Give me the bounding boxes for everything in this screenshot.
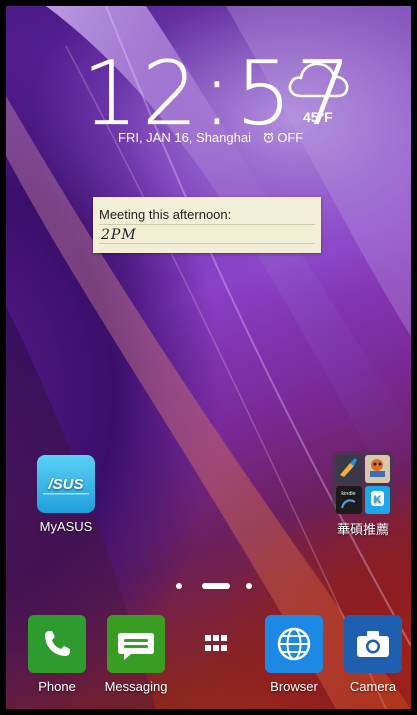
folder-asus-recommend[interactable]: kindle K 華碩推薦 <box>323 451 403 538</box>
page-dot[interactable] <box>176 583 182 589</box>
kindle-icon: kindle <box>336 486 362 514</box>
memo-text-line2: 2PM <box>101 227 137 243</box>
dock-app-phone[interactable]: Phone <box>17 615 97 694</box>
app-label-browser: Browser <box>270 679 318 694</box>
cleaner-icon <box>336 455 362 483</box>
k-app-icon: K <box>364 486 390 514</box>
globe-icon <box>265 615 323 673</box>
phone-icon <box>28 615 86 673</box>
dock-app-camera[interactable]: Camera <box>333 615 413 694</box>
app-label-messaging: Messaging <box>104 679 168 694</box>
app-label-camera: Camera <box>349 679 397 694</box>
home-screen: 12:57 45°F FRI, JAN 16, Shanghai OFF Mee… <box>0 0 417 715</box>
asus-logo-icon: /SUS <box>37 455 95 513</box>
app-label-myasus: MyASUS <box>39 519 93 534</box>
app-drawer-button[interactable] <box>176 615 256 679</box>
cloud-icon[interactable] <box>285 58 351 100</box>
alarm-status: OFF <box>263 130 304 145</box>
app-label-folder: 華碩推薦 <box>336 522 389 537</box>
camera-icon <box>344 615 402 673</box>
message-icon <box>107 615 165 673</box>
memo-widget[interactable]: Meeting this afternoon: 2PM <box>93 197 321 253</box>
date-location-label: FRI, JAN 16, Shanghai <box>118 130 251 145</box>
app-label-phone: Phone <box>38 679 76 694</box>
alarm-clock-icon <box>263 132 273 143</box>
memo-rule <box>99 224 315 225</box>
page-indicator <box>0 580 417 592</box>
page-dot-current[interactable] <box>202 583 230 589</box>
app-myasus[interactable]: /SUS MyASUS <box>26 455 106 534</box>
folder-icon: kindle K <box>332 451 394 514</box>
app-drawer-icon <box>187 615 245 673</box>
dock-app-browser[interactable]: Browser <box>254 615 334 694</box>
svg-text:kindle: kindle <box>342 491 356 497</box>
svg-text:K: K <box>373 494 381 506</box>
dock-app-messaging[interactable]: Messaging <box>96 615 176 694</box>
svg-text:/SUS: /SUS <box>47 476 83 493</box>
memo-text-line1: Meeting this afternoon: <box>99 207 232 222</box>
game-icon <box>364 455 390 483</box>
date-location-line: FRI, JAN 16, Shanghai OFF <box>118 130 303 145</box>
memo-rule <box>99 243 315 244</box>
alarm-status-label: OFF <box>277 130 304 145</box>
page-dot[interactable] <box>246 583 252 589</box>
temperature-label: 45°F <box>303 109 333 125</box>
